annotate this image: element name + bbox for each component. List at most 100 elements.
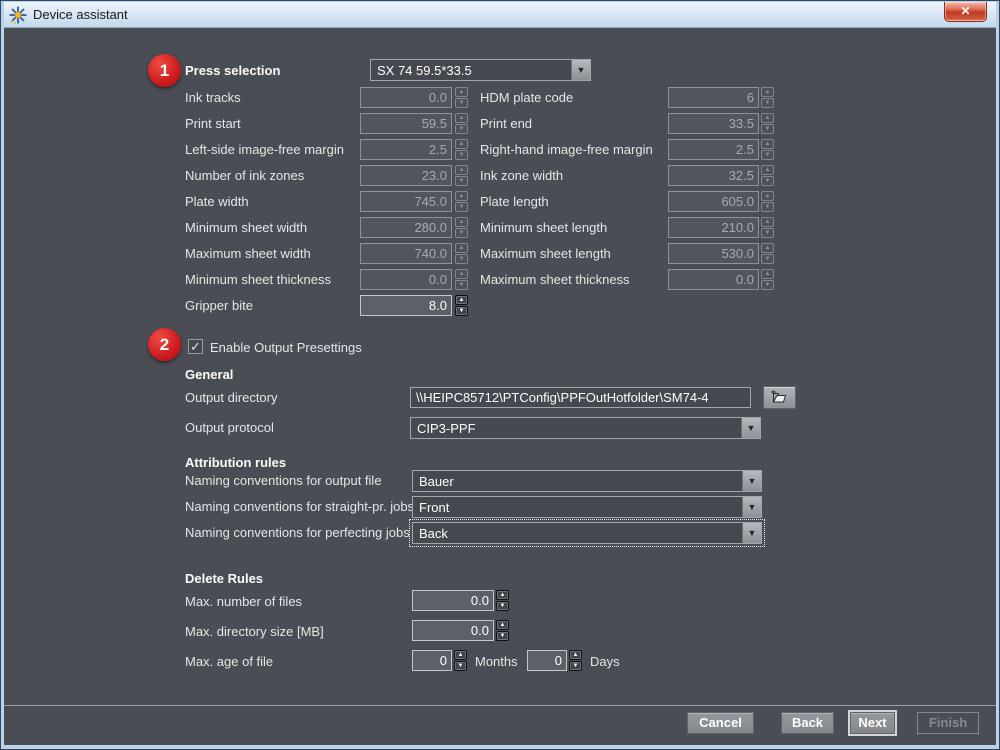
cancel-button[interactable]: Cancel bbox=[687, 712, 754, 734]
spin-up-icon: ▲ bbox=[761, 113, 774, 123]
age-months-spinner[interactable]: ▲▼ bbox=[454, 650, 467, 671]
param-label: Minimum sheet width bbox=[185, 220, 307, 235]
param-input bbox=[360, 217, 452, 238]
param-label: Number of ink zones bbox=[185, 168, 304, 183]
max-files-input[interactable] bbox=[412, 590, 494, 611]
spin-up-icon: ▲ bbox=[455, 139, 468, 149]
chevron-down-icon[interactable]: ▼ bbox=[742, 471, 761, 491]
naming-straight-dropdown[interactable]: Front ▼ bbox=[412, 496, 762, 518]
finish-button: Finish bbox=[917, 712, 979, 734]
naming-perfecting-value: Back bbox=[413, 523, 742, 543]
naming-perfecting-label: Naming conventions for perfecting jobs bbox=[185, 525, 410, 540]
spinner: ▲▼ bbox=[761, 191, 774, 212]
spin-up-icon[interactable]: ▲ bbox=[454, 650, 467, 660]
spinner: ▲▼ bbox=[455, 243, 468, 264]
spinner: ▲▼ bbox=[455, 191, 468, 212]
spin-down-icon: ▼ bbox=[761, 150, 774, 160]
param-input bbox=[668, 217, 759, 238]
days-unit-label: Days bbox=[590, 654, 620, 669]
spinner: ▲▼ bbox=[455, 165, 468, 186]
param-label: Left-side image-free margin bbox=[185, 142, 344, 157]
spin-down-icon: ▼ bbox=[761, 124, 774, 134]
chevron-down-icon[interactable]: ▼ bbox=[571, 60, 590, 80]
max-age-label: Max. age of file bbox=[185, 654, 273, 669]
titlebar[interactable]: Device assistant bbox=[4, 2, 996, 28]
browse-button[interactable] bbox=[763, 386, 796, 409]
spin-down-icon: ▼ bbox=[761, 280, 774, 290]
spin-down-icon[interactable]: ▼ bbox=[496, 601, 509, 611]
param-label: Print start bbox=[185, 116, 241, 131]
chevron-down-icon[interactable]: ▼ bbox=[742, 523, 761, 543]
param-label: Maximum sheet thickness bbox=[480, 272, 630, 287]
spinner: ▲▼ bbox=[761, 269, 774, 290]
spin-down-icon: ▼ bbox=[455, 98, 468, 108]
close-button[interactable]: ✕ bbox=[944, 2, 987, 22]
spin-up-icon: ▲ bbox=[761, 243, 774, 253]
chevron-down-icon[interactable]: ▼ bbox=[741, 418, 760, 438]
press-selection-label: Press selection bbox=[185, 63, 280, 78]
max-size-input[interactable] bbox=[412, 620, 494, 641]
gripper-bite-spinner[interactable]: ▲▼ bbox=[455, 295, 468, 316]
spinner: ▲▼ bbox=[761, 217, 774, 238]
spin-down-icon: ▼ bbox=[455, 176, 468, 186]
app-icon bbox=[9, 6, 27, 24]
max-files-spinner[interactable]: ▲▼ bbox=[496, 590, 509, 611]
spinner: ▲▼ bbox=[455, 269, 468, 290]
next-button[interactable]: Next bbox=[850, 712, 895, 734]
spin-down-icon[interactable]: ▼ bbox=[454, 661, 467, 671]
spin-up-icon: ▲ bbox=[761, 191, 774, 201]
spin-down-icon[interactable]: ▼ bbox=[569, 661, 582, 671]
param-input bbox=[668, 243, 759, 264]
folder-open-icon bbox=[770, 390, 789, 405]
param-label: Ink tracks bbox=[185, 90, 241, 105]
max-size-label: Max. directory size [MB] bbox=[185, 624, 324, 639]
step-badge-2: 2 bbox=[148, 328, 181, 361]
param-label: Minimum sheet thickness bbox=[185, 272, 331, 287]
param-label: Plate length bbox=[480, 194, 549, 209]
param-label: Maximum sheet length bbox=[480, 246, 611, 261]
spin-up-icon[interactable]: ▲ bbox=[569, 650, 582, 660]
spin-down-icon: ▼ bbox=[455, 202, 468, 212]
max-size-spinner[interactable]: ▲▼ bbox=[496, 620, 509, 641]
chevron-down-icon[interactable]: ▼ bbox=[742, 497, 761, 517]
spin-up-icon[interactable]: ▲ bbox=[496, 620, 509, 630]
param-input bbox=[360, 243, 452, 264]
enable-presettings-checkbox[interactable] bbox=[188, 339, 203, 354]
press-selection-dropdown[interactable]: SX 74 59.5*33.5 ▼ bbox=[370, 59, 591, 81]
spin-up-icon[interactable]: ▲ bbox=[496, 590, 509, 600]
param-label: HDM plate code bbox=[480, 90, 573, 105]
spin-down-icon: ▼ bbox=[761, 176, 774, 186]
spin-down-icon[interactable]: ▼ bbox=[455, 306, 468, 316]
spin-down-icon[interactable]: ▼ bbox=[496, 631, 509, 641]
param-input bbox=[360, 113, 452, 134]
spin-up-icon: ▲ bbox=[455, 269, 468, 279]
spin-down-icon: ▼ bbox=[455, 228, 468, 238]
output-directory-label: Output directory bbox=[185, 390, 278, 405]
age-days-spinner[interactable]: ▲▼ bbox=[569, 650, 582, 671]
output-protocol-dropdown[interactable]: CIP3-PPF ▼ bbox=[410, 417, 761, 439]
age-months-input[interactable] bbox=[412, 650, 452, 671]
spin-down-icon: ▼ bbox=[761, 254, 774, 264]
months-unit-label: Months bbox=[475, 654, 518, 669]
param-input bbox=[668, 165, 759, 186]
output-directory-input[interactable] bbox=[410, 387, 751, 408]
spin-up-icon: ▲ bbox=[455, 87, 468, 97]
back-button[interactable]: Back bbox=[781, 712, 834, 734]
spin-down-icon: ▼ bbox=[455, 124, 468, 134]
gripper-bite-input[interactable] bbox=[360, 295, 452, 316]
param-label: Minimum sheet length bbox=[480, 220, 607, 235]
age-days-input[interactable] bbox=[527, 650, 567, 671]
spin-up-icon: ▲ bbox=[761, 165, 774, 175]
spin-up-icon[interactable]: ▲ bbox=[455, 295, 468, 305]
delete-rules-heading: Delete Rules bbox=[185, 571, 263, 586]
spin-up-icon: ▲ bbox=[455, 191, 468, 201]
attribution-heading: Attribution rules bbox=[185, 455, 286, 470]
naming-output-file-dropdown[interactable]: Bauer ▼ bbox=[412, 470, 762, 492]
naming-perfecting-dropdown[interactable]: Back ▼ bbox=[412, 522, 762, 544]
param-input bbox=[360, 139, 452, 160]
spinner: ▲▼ bbox=[761, 139, 774, 160]
naming-output-file-value: Bauer bbox=[413, 471, 742, 491]
naming-output-file-label: Naming conventions for output file bbox=[185, 473, 382, 488]
spin-up-icon: ▲ bbox=[761, 139, 774, 149]
param-input bbox=[668, 113, 759, 134]
